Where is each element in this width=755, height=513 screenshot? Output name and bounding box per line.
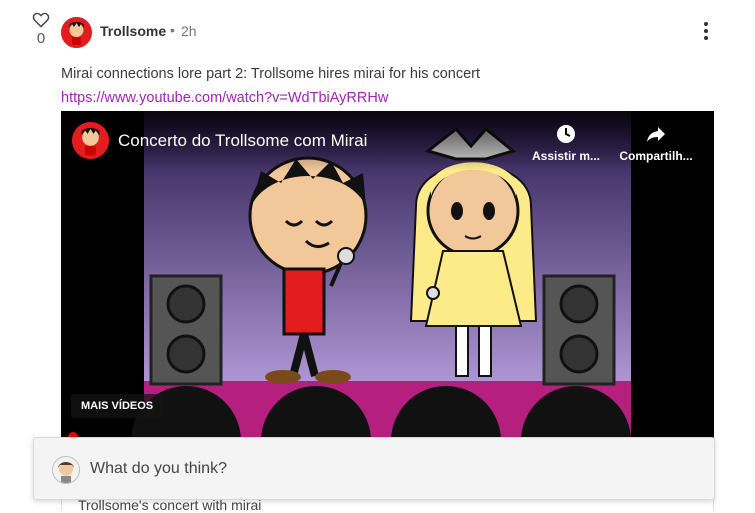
- clock-icon: [521, 123, 611, 145]
- vote-control: 0: [30, 12, 52, 47]
- watch-later-button[interactable]: Assistir m...: [521, 123, 611, 163]
- share-label: Compartilh...: [619, 149, 693, 163]
- share-icon: [611, 123, 701, 145]
- channel-avatar[interactable]: [72, 122, 109, 159]
- post-text: Mirai connections lore part 2: Trollsome…: [61, 66, 481, 82]
- user-avatar: [52, 456, 80, 484]
- divider: [713, 498, 714, 511]
- avatar[interactable]: [61, 17, 92, 48]
- heart-icon[interactable]: [32, 12, 50, 28]
- more-videos-button[interactable]: MAIS VÍDEOS: [71, 394, 164, 418]
- watch-later-label: Assistir m...: [531, 149, 601, 163]
- share-button[interactable]: Compartilh...: [611, 123, 701, 163]
- video-title[interactable]: Concerto do Trollsome com Mirai: [118, 131, 367, 151]
- more-options-icon[interactable]: [699, 22, 713, 44]
- post-link[interactable]: https://www.youtube.com/watch?v=WdTbiAyR…: [61, 90, 388, 106]
- video-embed[interactable]: Concerto do Trollsome com Mirai Assistir…: [61, 111, 714, 451]
- author-name[interactable]: Trollsome: [100, 23, 166, 39]
- separator-dot: •: [170, 22, 175, 38]
- post-time: 2h: [181, 23, 197, 39]
- vote-count: 0: [36, 30, 46, 47]
- comment-placeholder: What do you think?: [90, 460, 227, 477]
- comment-input[interactable]: What do you think?: [33, 437, 715, 500]
